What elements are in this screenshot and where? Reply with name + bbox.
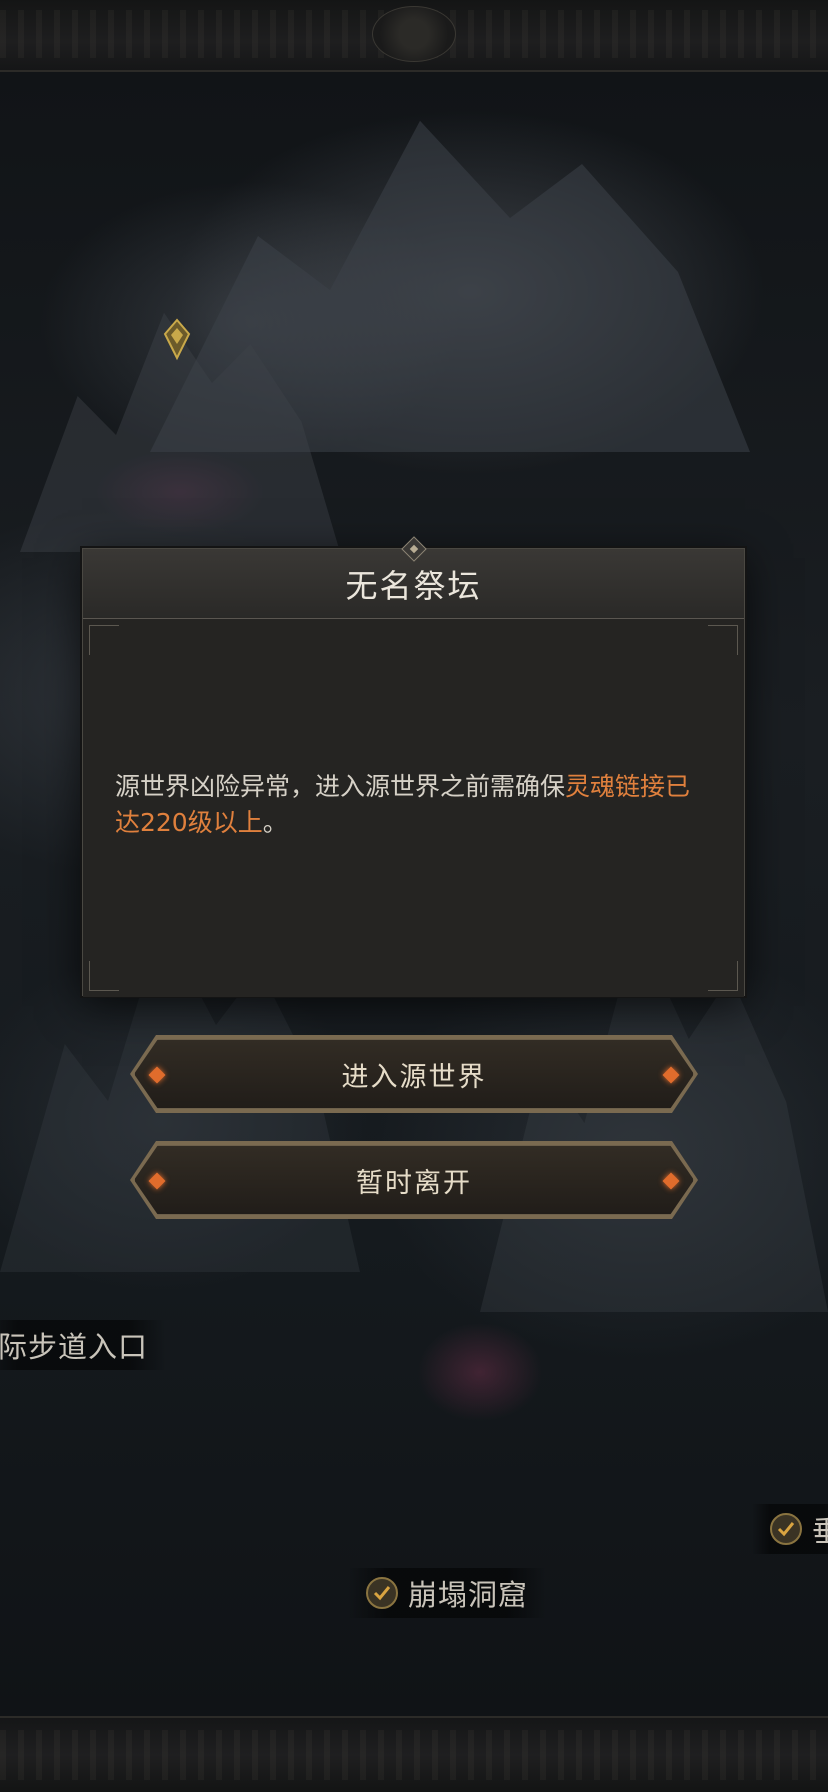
enter-button-label: 进入源世界 xyxy=(341,1061,487,1093)
map-label-collapsed-cave[interactable]: 崩塌洞窟 xyxy=(348,1568,547,1618)
check-icon xyxy=(770,1513,802,1545)
message-text: 源世界凶险异常，进入源世界之前需确保 xyxy=(115,772,566,801)
altar-dialog: 无名祭坛 源世界凶险异常，进入源世界之前需确保灵魂链接已达220级以上。 xyxy=(82,536,745,997)
map-pin-icon[interactable] xyxy=(163,318,191,362)
diamond-gem-icon xyxy=(663,1067,680,1084)
map-label-text: 垂 xyxy=(812,1514,828,1548)
check-icon xyxy=(366,1577,398,1609)
corner-ornament xyxy=(89,625,119,655)
diamond-gem-icon xyxy=(663,1173,680,1190)
enter-source-world-button[interactable]: 进入源世界 xyxy=(134,1039,694,1109)
diamond-gem-icon xyxy=(149,1173,166,1190)
leave-temporarily-button[interactable]: 暂时离开 xyxy=(134,1145,694,1215)
bottom-frame-ornament xyxy=(0,1730,828,1780)
top-medallion-icon xyxy=(372,6,456,62)
dialog-title: 无名祭坛 xyxy=(345,566,482,605)
diamond-gem-icon xyxy=(149,1067,166,1084)
corner-ornament xyxy=(708,625,738,655)
corner-ornament xyxy=(708,961,738,991)
dialog-message: 源世界凶险异常，进入源世界之前需确保灵魂链接已达220级以上。 xyxy=(115,769,715,841)
dialog-header: 无名祭坛 xyxy=(83,536,744,619)
dialog-body: 源世界凶险异常，进入源世界之前需确保灵魂链接已达220级以上。 xyxy=(83,619,744,997)
message-suffix: 。 xyxy=(262,808,288,837)
map-label-text: 崩塌洞窟 xyxy=(408,1578,529,1612)
map-label-right-partial[interactable]: 垂 xyxy=(752,1504,828,1554)
map-label-text: 际步道入口 xyxy=(0,1330,149,1364)
map-label-path-entrance[interactable]: 际步道入口 xyxy=(0,1320,167,1370)
corner-ornament xyxy=(89,961,119,991)
top-frame-bar xyxy=(0,0,828,72)
bottom-frame-bar xyxy=(0,1716,828,1792)
leave-button-label: 暂时离开 xyxy=(356,1167,472,1199)
